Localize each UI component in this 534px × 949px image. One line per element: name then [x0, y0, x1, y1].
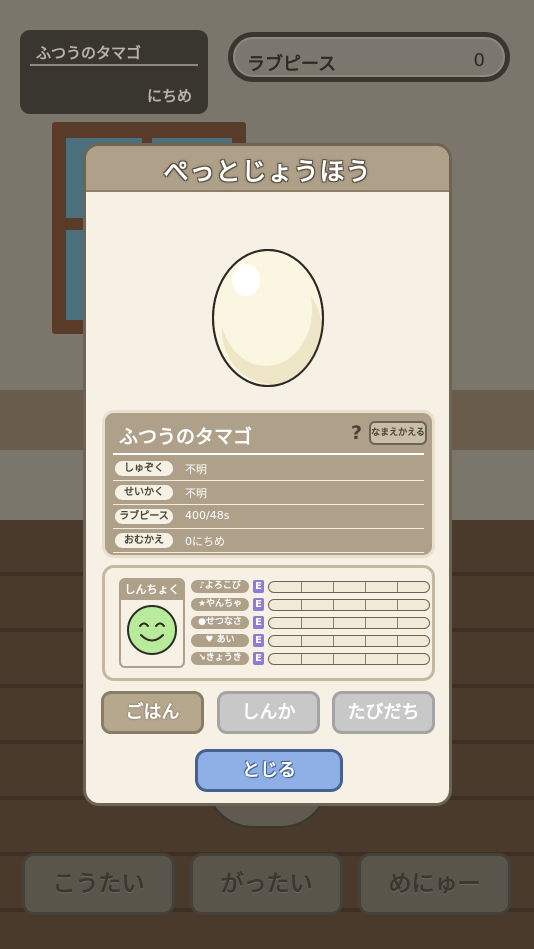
stat-bar-tick — [301, 636, 302, 646]
info-row-love-piece: ラブピース 400/48s — [113, 507, 424, 529]
pet-status-panel: ふつうのタマゴ にちめ — [20, 30, 208, 114]
stat-bar — [268, 653, 430, 665]
info-key: ラブピース — [115, 509, 173, 524]
love-piece-label: ラブピース — [247, 54, 337, 75]
feed-button[interactable]: ごはん — [101, 691, 204, 734]
love-piece-value: 0 — [473, 50, 485, 71]
stat-bar-tick — [397, 600, 398, 610]
stat-bar — [268, 635, 430, 647]
info-key: せいかく — [115, 485, 173, 500]
stat-label: ♪よろこび — [191, 580, 249, 593]
merge-button[interactable]: がったい — [190, 853, 343, 915]
stat-grade-badge: E — [253, 616, 264, 629]
stat-bar-tick — [365, 618, 366, 628]
stat-label: ↘きょうき — [191, 652, 249, 665]
info-row-species: しゅぞく 不明 — [113, 459, 424, 481]
pet-info-dialog: ぺっとじょうほう ふつうのタマゴ ? なまえかえる しゅぞく 不明 せいかく 不… — [83, 143, 452, 806]
smiley-face-icon — [127, 605, 177, 655]
stat-bar-tick — [333, 600, 334, 610]
pet-name: ふつうのタマゴ — [119, 426, 253, 448]
info-row-adoption: おむかえ 0にちめ — [113, 531, 424, 553]
divider — [113, 453, 424, 455]
swap-button[interactable]: こうたい — [22, 853, 175, 915]
info-value: 0にちめ — [185, 535, 225, 548]
info-value: 不明 — [185, 463, 207, 476]
stat-bar-tick — [333, 654, 334, 664]
stat-bar-tick — [333, 636, 334, 646]
stat-label: ●せつなさ — [191, 616, 249, 629]
dialog-title: ぺっとじょうほう — [163, 157, 372, 186]
stat-bar-tick — [301, 600, 302, 610]
stat-bar-tick — [397, 654, 398, 664]
love-piece-inner: ラブピース 0 — [233, 37, 505, 77]
stat-bar-tick — [301, 582, 302, 592]
stat-bar — [268, 599, 430, 611]
stat-grade-badge: E — [253, 652, 264, 665]
pet-info-card: ふつうのタマゴ ? なまえかえる しゅぞく 不明 せいかく 不明 ラブピース 4… — [102, 410, 435, 558]
depart-button[interactable]: たびだち — [332, 691, 435, 734]
stat-label: ♥ あい — [191, 634, 249, 647]
row-divider — [113, 528, 424, 529]
stat-bar-tick — [365, 600, 366, 610]
stat-row-love: ♥ あい E — [191, 634, 431, 648]
pet-age-label: にちめ — [146, 87, 192, 105]
pet-stats-card: しんちょく ♪よろこび E ★やんちゃ E ●せつなさ E ♥ あい E ↘きょうき E — [102, 565, 435, 681]
stat-label: ★やんちゃ — [191, 598, 249, 611]
divider — [30, 64, 198, 66]
stat-grade-badge: E — [253, 598, 264, 611]
stat-bar-tick — [365, 654, 366, 664]
stat-bar — [268, 617, 430, 629]
stat-row-madness: ↘きょうき E — [191, 652, 431, 666]
stat-row-sadness: ●せつなさ E — [191, 616, 431, 630]
row-divider — [113, 504, 424, 505]
close-button[interactable]: とじる — [195, 749, 343, 792]
stat-bar — [268, 581, 430, 593]
stat-bar-tick — [397, 636, 398, 646]
dialog-header: ぺっとじょうほう — [86, 146, 449, 192]
row-divider — [113, 480, 424, 481]
row-divider — [113, 552, 424, 553]
info-key: しゅぞく — [115, 461, 173, 476]
stat-bar-tick — [365, 582, 366, 592]
love-piece-counter: ラブピース 0 — [228, 32, 510, 82]
info-value: 400/48s — [185, 509, 230, 522]
stat-row-joy: ♪よろこび E — [191, 580, 431, 594]
egg-image — [212, 249, 324, 387]
stat-bar-tick — [301, 618, 302, 628]
stat-bar-tick — [397, 582, 398, 592]
stat-bar-tick — [365, 636, 366, 646]
help-icon[interactable]: ? — [351, 422, 362, 444]
stat-row-naughty: ★やんちゃ E — [191, 598, 431, 612]
pet-portrait — [86, 192, 449, 406]
info-key: おむかえ — [115, 533, 173, 548]
stat-grade-badge: E — [253, 580, 264, 593]
stat-bar-tick — [397, 618, 398, 628]
pet-name-label: ふつうのタマゴ — [36, 44, 142, 62]
rename-button[interactable]: なまえかえる — [369, 421, 427, 445]
stat-bar-tick — [301, 654, 302, 664]
evolve-button[interactable]: しんか — [217, 691, 320, 734]
info-row-personality: せいかく 不明 — [113, 483, 424, 505]
stat-bar-tick — [333, 582, 334, 592]
progress-title: しんちょく — [121, 580, 183, 600]
stat-grade-badge: E — [253, 634, 264, 647]
progress-box: しんちょく — [119, 578, 185, 668]
info-value: 不明 — [185, 487, 207, 500]
stat-bar-tick — [333, 618, 334, 628]
menu-button[interactable]: めにゅー — [358, 853, 511, 915]
